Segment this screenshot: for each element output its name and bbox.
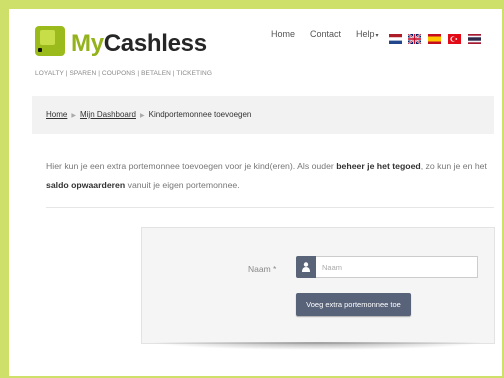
flag-nl-icon[interactable] [389,31,402,44]
flag-es-icon[interactable] [428,31,441,44]
breadcrumb-separator-icon: ▶ [140,113,145,119]
form-panel [141,227,495,344]
flag-tr-icon[interactable] [448,31,461,44]
naam-input[interactable] [316,256,478,278]
breadcrumb: Home ▶ Mijn Dashboard ▶ Kindportemonnee toev… [32,96,494,134]
naam-label: Naam * [248,264,277,274]
nav-home-link[interactable]: Home [271,29,295,39]
add-wallet-button[interactable]: Voeg extra portemonnee toe [296,293,411,316]
flag-th-icon[interactable] [468,31,481,44]
logo-text[interactable]: MyCashless [71,30,207,58]
breadcrumb-separator-icon: ▶ [71,113,76,119]
breadcrumb-dashboard-link[interactable]: Mijn Dashboard [80,110,136,119]
naam-input-group [296,256,478,278]
nav-contact-link[interactable]: Contact [310,29,341,39]
breadcrumb-current: Kindportemonnee toevoegen [148,110,252,119]
chevron-down-icon: ▾ [375,33,379,39]
nav-help-menu[interactable]: Help▾ [356,29,379,39]
flag-gb-icon[interactable] [407,31,422,45]
panel-shadow [150,342,486,350]
divider [46,207,494,208]
user-icon [296,256,316,278]
logo-icon[interactable] [35,26,65,56]
intro-text: Hier kun je een extra portemonnee toevoe… [46,161,487,190]
breadcrumb-home-link[interactable]: Home [46,110,67,119]
tagline: LOYALTY | SPAREN | COUPONS | BETALEN | T… [35,70,212,77]
